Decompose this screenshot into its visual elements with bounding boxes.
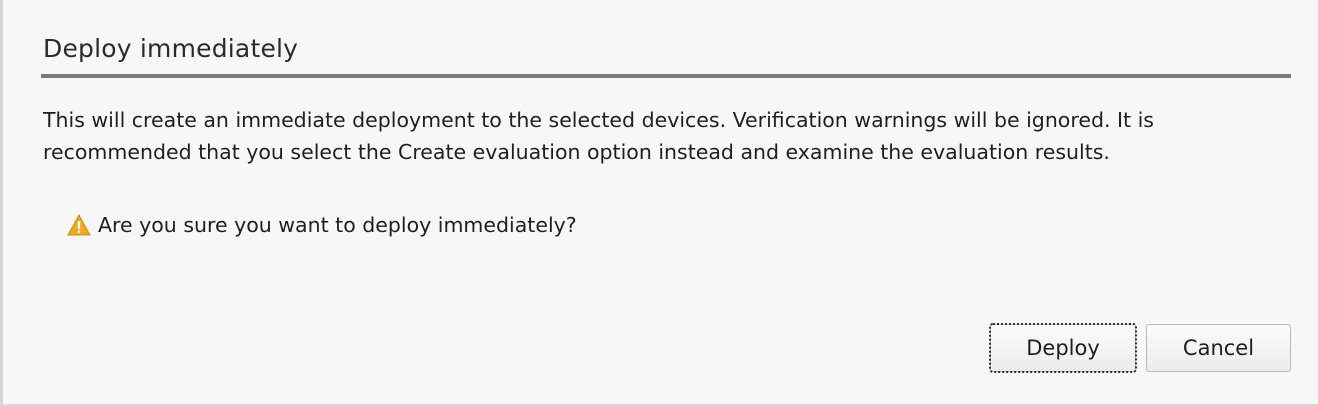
dialog-title-text: Deploy immediately xyxy=(43,34,299,63)
deploy-button[interactable]: Deploy xyxy=(989,323,1137,373)
warning-row: Are you sure you want to deploy immediat… xyxy=(67,210,577,240)
warning-icon xyxy=(67,213,91,236)
dialog-message: This will create an immediate deployment… xyxy=(43,108,1154,164)
dialog-title: Deploy immediately xyxy=(41,28,1291,78)
warning-text: Are you sure you want to deploy immediat… xyxy=(98,213,577,237)
cancel-button[interactable]: Cancel xyxy=(1146,324,1291,372)
deploy-dialog: Deploy immediately This will create an i… xyxy=(0,0,1318,406)
